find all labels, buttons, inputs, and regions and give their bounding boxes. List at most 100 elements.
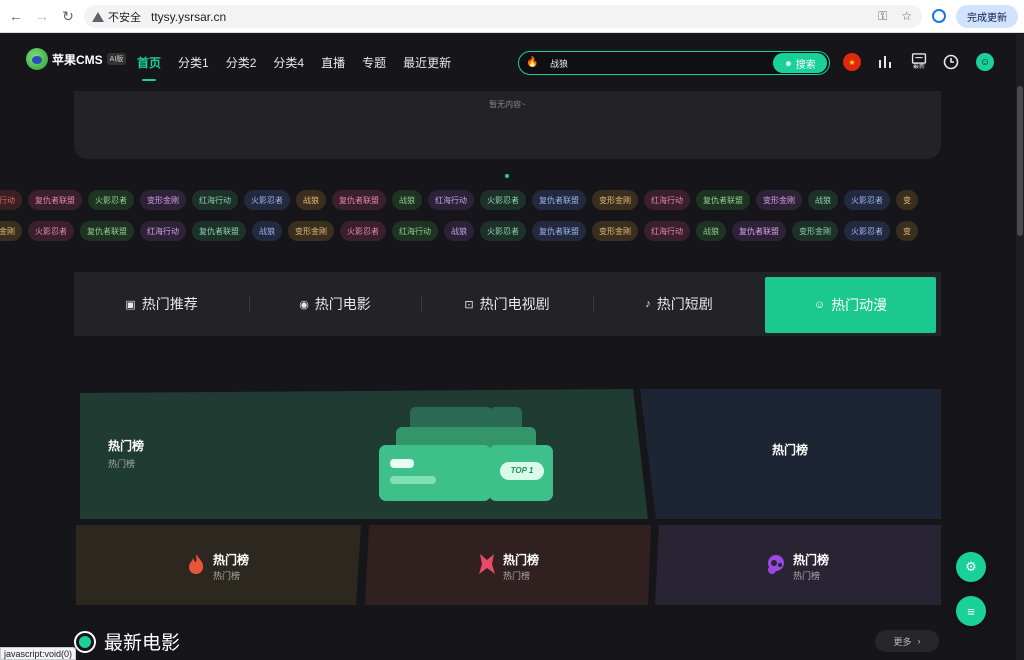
hot-search-tag[interactable]: 红海行动 <box>392 221 438 241</box>
back-arrow-icon[interactable]: ← <box>6 6 26 26</box>
star-icon[interactable]: ☆ <box>901 9 912 24</box>
tv-icon: ⊡ <box>464 298 474 311</box>
hot-search-tag[interactable]: 金刚 <box>0 221 22 241</box>
hot-search-tag[interactable]: 行动 <box>0 190 22 210</box>
forward-arrow-icon[interactable]: → <box>32 6 52 26</box>
hot-search-tag[interactable]: 火影忍者 <box>28 221 74 241</box>
tab-hot-movies[interactable]: ◉ 热门电影 <box>249 272 421 336</box>
hot-search-tag[interactable]: 红海行动 <box>644 221 690 241</box>
nav-category-2[interactable]: 分类2 <box>226 54 257 71</box>
nav-topics[interactable]: 专题 <box>362 54 386 71</box>
scrollbar-thumb[interactable] <box>1017 86 1023 236</box>
address-bar[interactable]: 不安全 ttysy.ysrsar.cn ⚿ ☆ <box>84 5 922 28</box>
hot-search-tag[interactable]: 复仇者联盟 <box>532 190 586 210</box>
hot-search-tag[interactable]: 红海行动 <box>428 190 474 210</box>
hot-search-tag[interactable]: 复仇者联盟 <box>80 221 134 241</box>
hot-card-subtitle: 热门榜 <box>503 571 531 581</box>
hot-search-tag[interactable]: 战狼 <box>808 190 838 210</box>
hot-search-tag[interactable]: 红海行动 <box>192 190 238 210</box>
search-input[interactable]: 战狼 <box>550 57 750 70</box>
top-badge-label: TOP 1 <box>510 466 534 475</box>
tab-hot-anime[interactable]: ☺ 热门动漫 <box>765 277 936 333</box>
hot-list-card-flame[interactable]: 热门榜 热门榜 <box>76 525 361 605</box>
hot-search-tag[interactable]: 战狼 <box>444 221 474 241</box>
hot-search-tag[interactable]: 火影忍者 <box>480 190 526 210</box>
hot-search-tag[interactable]: 火影忍者 <box>844 221 890 241</box>
china-flag-icon[interactable]: ★ <box>843 53 861 71</box>
anime-face-icon <box>768 555 784 574</box>
hot-search-tag[interactable]: 战狼 <box>252 221 282 241</box>
hot-search-tag[interactable]: 火影忍者 <box>844 190 890 210</box>
latest-calendar-icon[interactable]: 最新 <box>908 53 930 71</box>
hot-search-tag[interactable]: 红海行动 <box>140 221 186 241</box>
hot-search-tag[interactable]: 复仇者联盟 <box>332 190 386 210</box>
movie-section-icon <box>74 630 96 653</box>
page-scrollbar[interactable] <box>1016 34 1024 660</box>
carousel-dot[interactable] <box>505 174 509 178</box>
hot-search-tag[interactable]: 变形金刚 <box>592 190 638 210</box>
hot-search-tag[interactable]: 火影忍者 <box>88 190 134 210</box>
hot-search-tag[interactable]: 复仇者联盟 <box>696 190 750 210</box>
menu-button[interactable]: ≡ <box>956 596 986 626</box>
hot-search-tag[interactable]: 复仇者联盟 <box>28 190 82 210</box>
search-box: 🔥 战狼 ☻ 搜索 <box>518 51 830 75</box>
ribbon-icon <box>479 554 495 574</box>
hot-search-tag[interactable]: 复仇者联盟 <box>732 221 786 241</box>
hot-search-tag[interactable]: 火影忍者 <box>244 190 290 210</box>
flame-icon <box>189 554 204 574</box>
hot-search-tag[interactable]: 变 <box>896 221 918 241</box>
tab-label: 热门电视剧 <box>479 296 550 312</box>
hot-search-tag[interactable]: 火影忍者 <box>340 221 386 241</box>
hot-search-tag[interactable]: 红海行动 <box>644 190 690 210</box>
hot-search-tag[interactable]: 战狼 <box>696 221 726 241</box>
hot-search-tag[interactable]: 变形金刚 <box>592 221 638 241</box>
update-button[interactable]: 完成更新 <box>956 5 1018 28</box>
short-drama-icon: ♪ <box>645 298 651 310</box>
key-icon[interactable]: ⚿ <box>878 9 887 24</box>
nav-category-1[interactable]: 分类1 <box>178 54 209 71</box>
nav-live[interactable]: 直播 <box>321 54 345 71</box>
more-button[interactable]: 更多 › <box>875 630 939 652</box>
search-button[interactable]: ☻ 搜索 <box>773 53 827 73</box>
search-bot-icon: ☻ <box>784 58 793 68</box>
hot-list-card-ribbon[interactable]: 热门榜 热门榜 <box>365 525 651 605</box>
profile-icon[interactable] <box>932 9 946 23</box>
gear-icon: ⚙ <box>965 559 977 574</box>
hot-search-tag[interactable]: 变形金刚 <box>756 190 802 210</box>
chart-bars-icon[interactable] <box>876 53 894 71</box>
settings-gear-button[interactable]: ⚙ <box>956 552 986 582</box>
logo-text: 苹果CMS <box>52 52 103 67</box>
hot-search-tag[interactable]: 变形金刚 <box>288 221 334 241</box>
site-header: 苹果CMS AI版 首页 分类1 分类2 分类4 直播 专题 最近更新 🔥 战狼… <box>0 34 1016 91</box>
tab-label: 热门短剧 <box>656 296 713 312</box>
nav-home[interactable]: 首页 <box>137 54 161 81</box>
latest-label: 最新 <box>912 64 925 70</box>
hot-search-tag[interactable]: 变形金刚 <box>792 221 838 241</box>
hot-search-tag[interactable]: 战狼 <box>392 190 422 210</box>
user-avatar-icon[interactable]: ☺ <box>976 53 994 71</box>
history-clock-icon[interactable] <box>942 53 960 71</box>
site-logo[interactable]: 苹果CMS AI版 <box>26 48 127 70</box>
hot-search-tag[interactable]: 复仇者联盟 <box>532 221 586 241</box>
reload-icon[interactable]: ↻ <box>58 6 78 26</box>
tab-hot-short-drama[interactable]: ♪ 热门短剧 <box>593 272 765 336</box>
nav-recent-updates[interactable]: 最近更新 <box>403 54 451 71</box>
category-tabs: ▣ 热门推荐 ◉ 热门电影 ⊡ 热门电视剧 ♪ 热门短剧 ☺ 热门动漫 <box>74 272 941 336</box>
hot-search-tags-row-2: 金刚 火影忍者 复仇者联盟 红海行动 复仇者联盟 战狼 变形金刚 火影忍者 红海行动 战狼 火影忍者… <box>0 221 918 241</box>
search-button-label: 搜索 <box>795 59 816 71</box>
hot-search-tag[interactable]: 火影忍者 <box>480 221 526 241</box>
hot-search-tag[interactable]: 战狼 <box>296 190 326 210</box>
hot-search-tag[interactable]: 复仇者联盟 <box>192 221 246 241</box>
hot-search-tag[interactable]: 变形金刚 <box>140 190 186 210</box>
tab-hot-recommend[interactable]: ▣ 热门推荐 <box>74 272 249 336</box>
hot-list-main-card[interactable]: 热门榜 热门榜 TOP 1 <box>80 389 650 519</box>
film-reel-icon: ◉ <box>299 298 309 311</box>
security-indicator[interactable]: 不安全 <box>92 9 141 25</box>
hot-card-title: 热门榜 <box>213 553 250 567</box>
hot-search-tag[interactable]: 变 <box>896 190 918 210</box>
url-text[interactable]: ttysy.ysrsar.cn <box>151 10 226 24</box>
nav-category-4[interactable]: 分类4 <box>273 54 304 71</box>
hot-list-right-card[interactable]: 热门榜 <box>638 389 941 519</box>
tab-hot-tv[interactable]: ⊡ 热门电视剧 <box>421 272 593 336</box>
hot-list-card-anime[interactable]: 热门榜 热门榜 <box>655 525 941 605</box>
